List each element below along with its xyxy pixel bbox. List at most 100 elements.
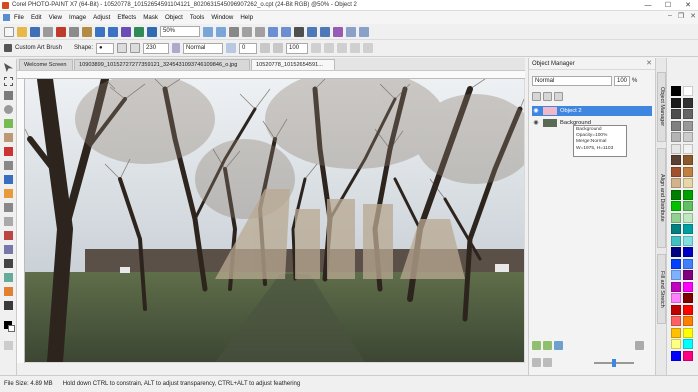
delete-object-icon[interactable] xyxy=(635,341,644,350)
crop-tool-icon[interactable] xyxy=(4,105,13,114)
effect-tool-icon[interactable] xyxy=(4,203,13,212)
lock-transparency-icon[interactable] xyxy=(532,92,541,101)
maximize-button[interactable]: ☐ xyxy=(658,0,678,11)
show-object-marquee-icon[interactable] xyxy=(268,26,278,37)
interactive-fill-icon[interactable] xyxy=(4,273,13,282)
create-mask-icon[interactable] xyxy=(554,341,563,350)
color-swatch[interactable] xyxy=(671,316,681,326)
fill-color-icon[interactable] xyxy=(4,341,13,350)
corel-connect-icon[interactable] xyxy=(121,26,131,37)
merge-mode-select[interactable]: Normal xyxy=(183,42,224,54)
color-swatch[interactable] xyxy=(683,304,693,315)
color-swatch[interactable] xyxy=(683,155,693,165)
color-swatch[interactable] xyxy=(671,327,681,338)
color-swatch[interactable] xyxy=(671,201,681,211)
tab-welcome-screen[interactable]: Welcome Screen xyxy=(19,59,73,70)
color-swatch[interactable] xyxy=(671,270,681,280)
eyedropper-icon[interactable] xyxy=(4,133,13,142)
horizontal-ruler[interactable] xyxy=(17,71,525,79)
eraser-tool-icon[interactable] xyxy=(4,217,13,226)
color-swatch[interactable] xyxy=(671,293,681,303)
canvas-area[interactable] xyxy=(25,79,525,363)
color-swatch[interactable] xyxy=(683,143,693,154)
slider-thumb[interactable] xyxy=(612,358,616,367)
color-swatch[interactable] xyxy=(671,350,681,361)
menu-tools[interactable]: Tools xyxy=(190,14,204,21)
color-swatch[interactable] xyxy=(671,155,681,165)
docker-tab-fill-stretch[interactable]: Fill and Stretch xyxy=(657,254,666,324)
docker-tab-object-manager[interactable]: Object Manager xyxy=(657,72,666,142)
color-swatch[interactable] xyxy=(683,224,693,234)
color-swatch[interactable] xyxy=(683,327,693,338)
color-swatch[interactable] xyxy=(683,97,693,108)
color-swatch[interactable] xyxy=(683,120,693,131)
undo-icon[interactable] xyxy=(95,26,105,37)
thumbnail-size-slider[interactable] xyxy=(594,358,634,367)
mask-overlay-icon[interactable] xyxy=(294,26,304,37)
color-swatch[interactable] xyxy=(683,132,693,142)
color-swatch[interactable] xyxy=(683,178,693,188)
minimize-button[interactable]: — xyxy=(638,0,658,11)
options-icon[interactable] xyxy=(359,26,369,37)
color-swatch[interactable] xyxy=(671,304,681,315)
color-swatch[interactable] xyxy=(683,247,693,257)
paste-icon[interactable] xyxy=(82,26,92,37)
thumbnail-size-icon[interactable] xyxy=(554,92,563,101)
replace-color-icon[interactable] xyxy=(4,245,13,254)
opacity-field[interactable]: 100 xyxy=(614,76,630,86)
show-mask-marquee-icon[interactable] xyxy=(281,26,291,37)
color-swatch[interactable] xyxy=(671,109,681,119)
object-row-object-2[interactable]: ◉ Object 2 xyxy=(532,106,652,116)
document-icon[interactable] xyxy=(3,14,10,21)
color-swatch[interactable] xyxy=(671,166,681,177)
color-swatch[interactable] xyxy=(671,86,681,96)
menu-mask[interactable]: Mask xyxy=(143,14,158,21)
menu-effects[interactable]: Effects xyxy=(117,14,136,21)
doc-minimize-icon[interactable]: – xyxy=(668,12,672,20)
tab-active-cpt[interactable]: 10520778_10152654591... xyxy=(251,59,335,70)
clone-tool-icon[interactable] xyxy=(4,161,13,170)
save-icon[interactable] xyxy=(30,26,40,37)
color-swatch[interactable] xyxy=(683,235,693,246)
paint-tool-icon[interactable] xyxy=(4,189,13,198)
tab-image-jpg[interactable]: 10903899_10152727277359121_3245431093746… xyxy=(74,59,250,70)
color-swatch[interactable] xyxy=(671,178,681,188)
menu-view[interactable]: View xyxy=(49,14,62,21)
doc-restore-icon[interactable]: ❐ xyxy=(678,12,684,20)
zoom-level-field[interactable]: 50% xyxy=(160,26,200,37)
red-eye-tool-icon[interactable] xyxy=(4,147,13,156)
redo-icon[interactable] xyxy=(108,26,118,37)
merge-mode-dropdown[interactable]: Normal xyxy=(532,76,612,86)
print-icon[interactable] xyxy=(43,26,53,37)
visibility-eye-icon[interactable]: ◉ xyxy=(532,119,540,127)
color-swatch[interactable] xyxy=(683,201,693,211)
color-swatch[interactable] xyxy=(671,132,681,142)
menu-image[interactable]: Image xyxy=(69,14,86,21)
color-swatch[interactable] xyxy=(683,316,693,326)
color-swatch[interactable] xyxy=(671,258,681,269)
zoom-100-icon[interactable] xyxy=(203,26,213,37)
zoom-fit-icon[interactable] xyxy=(216,26,226,37)
nib-size-field[interactable]: 230 xyxy=(143,42,170,54)
docker-tab-align-distribute[interactable]: Align and Distribute xyxy=(657,148,666,248)
color-swatch[interactable] xyxy=(671,189,681,200)
menu-object[interactable]: Object xyxy=(165,14,183,21)
menu-file[interactable]: File xyxy=(14,14,24,21)
object-name[interactable]: Object 2 xyxy=(560,108,582,114)
mask-tool-icon[interactable] xyxy=(4,77,13,86)
undo-brush-icon[interactable] xyxy=(4,231,13,240)
brush-type-label[interactable]: Custom Art Brush xyxy=(15,45,62,51)
create-mask-icon[interactable] xyxy=(307,26,317,37)
full-screen-icon[interactable] xyxy=(229,26,239,37)
menu-window[interactable]: Window xyxy=(211,14,233,21)
copy-icon[interactable] xyxy=(69,26,79,37)
color-swatch[interactable] xyxy=(683,350,693,361)
brush-options-icon[interactable] xyxy=(311,43,322,53)
color-swatch[interactable] xyxy=(683,189,693,200)
new-object-icon[interactable] xyxy=(532,341,541,350)
color-swatch[interactable] xyxy=(671,120,681,131)
transparency-field[interactable]: 0 xyxy=(239,42,258,54)
mask-transform-icon[interactable] xyxy=(4,91,13,100)
color-swatch[interactable] xyxy=(671,143,681,154)
combine-icon[interactable] xyxy=(532,358,541,367)
